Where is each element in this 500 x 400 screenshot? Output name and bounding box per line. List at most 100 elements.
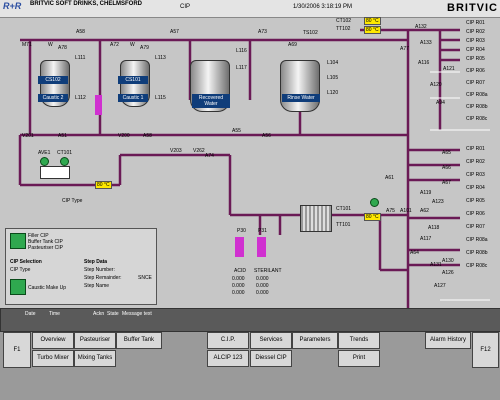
tag-a55: A55 — [232, 128, 241, 134]
tag-a69: A69 — [288, 42, 297, 48]
tag-l104: L104 — [327, 60, 339, 66]
cip-output-item[interactable]: CIP R08b — [466, 250, 500, 263]
heat-exchanger — [300, 205, 332, 232]
tag-a118: A118 — [428, 225, 440, 231]
function-key-bar: F1 Overview Pasteuriser Buffer Tank C.I.… — [0, 332, 500, 400]
overview-button[interactable]: Overview — [32, 332, 74, 349]
pasteuriser-button[interactable]: Pasteuriser — [74, 332, 116, 349]
cip-type-label: CIP Type — [62, 198, 83, 204]
sterilant-label: STERILANT — [254, 268, 282, 274]
tag-a120: A120 — [430, 82, 442, 88]
alcip-button[interactable]: ALCIP 123 — [207, 350, 249, 367]
tag-m71: M71 — [22, 42, 32, 48]
tank-caustic-2-id: CS102 — [38, 76, 68, 84]
cip-return-item[interactable]: CIP R01 — [466, 20, 500, 29]
cip-line-list: Filler CIP Buffer Tank CIP Pasteuriser C… — [28, 233, 63, 251]
acid-dosing-tank[interactable] — [235, 237, 244, 257]
cip-return-item[interactable]: CIP R05 — [466, 56, 500, 68]
cip-output-item[interactable]: CIP R01 — [466, 146, 500, 159]
caustic-make-up-icon[interactable] — [10, 279, 26, 295]
tag-a74: A74 — [205, 153, 214, 159]
cip-output-item[interactable]: CIP R08a — [466, 237, 500, 250]
cip-output-item[interactable]: CIP R04 — [466, 185, 500, 198]
tag-v200: V200 — [118, 133, 130, 139]
temp-readout-2: 80 °C — [364, 26, 381, 34]
tag-a56: A56 — [262, 133, 271, 139]
tag-l120: L120 — [327, 90, 339, 96]
cip-active-icon[interactable] — [10, 233, 26, 249]
parameters-button[interactable]: Parameters — [292, 332, 338, 349]
valve-cv101[interactable] — [60, 157, 69, 166]
services-button[interactable]: Services — [250, 332, 292, 349]
mixing-tanks-button[interactable]: Mixing Tanks — [74, 350, 116, 367]
tank-rinse-water-label: Rinse Water — [282, 94, 320, 102]
acid-value: 0.000 — [232, 290, 245, 296]
tag-a126: A126 — [442, 270, 454, 276]
cip-output-item[interactable]: CIP R06 — [466, 211, 500, 224]
msg-col-state: State — [107, 311, 119, 317]
tag-ct102: CT102 — [336, 18, 352, 24]
turbo-mixer-button[interactable]: Turbo Mixer — [32, 350, 74, 367]
tag-a65: A65 — [442, 150, 451, 156]
cip-output-item[interactable]: CIP R02 — [466, 159, 500, 172]
tag-a73: A73 — [258, 29, 267, 35]
tag-a101: A101 — [400, 208, 412, 214]
caustic-make-up-label: Caustic Make Up — [28, 285, 67, 291]
tag-a75: A75 — [386, 208, 395, 214]
sterilant-dosing-tank[interactable] — [257, 237, 266, 257]
cip-output-item[interactable]: CIP R05 — [466, 198, 500, 211]
cip-return-list: CIP R01 CIP R02 CIP R03 CIP R04 CIP R05 … — [466, 20, 500, 128]
tag-a119: A119 — [420, 190, 432, 196]
cip-button[interactable]: C.I.P. — [207, 332, 249, 349]
cip-return-item[interactable]: CIP R06 — [466, 68, 500, 80]
tag-ts102: TS102 — [303, 30, 318, 36]
alarm-history-button[interactable]: Alarm History — [425, 332, 471, 349]
print-button[interactable]: Print — [338, 350, 380, 367]
cip-output-item[interactable]: CIP R07 — [466, 224, 500, 237]
tag-a123: A123 — [432, 199, 444, 205]
cip-output-item[interactable]: CIP R08c — [466, 263, 500, 276]
msg-col-date: Date — [25, 311, 36, 317]
cip-info-panel: Filler CIP Buffer Tank CIP Pasteuriser C… — [5, 228, 157, 305]
tag-v201: V201 — [22, 133, 34, 139]
sterilant-value: 0.000 — [256, 283, 269, 289]
trends-button[interactable]: Trends — [338, 332, 380, 349]
heater-element — [95, 95, 102, 115]
cip-return-item[interactable]: CIP R08c — [466, 116, 500, 128]
step-remainder-value: SNCE — [138, 275, 152, 281]
step-number-label: Step Number: — [84, 267, 115, 273]
buffer-tank-button[interactable]: Buffer Tank — [116, 332, 162, 349]
acid-value: 0.000 — [232, 276, 245, 282]
sterilant-value: 0.000 — [256, 290, 269, 296]
tank-rinse-water[interactable] — [280, 60, 320, 112]
cip-return-item[interactable]: CIP R08b — [466, 104, 500, 116]
f12-key[interactable]: F12 — [472, 332, 499, 368]
tag-l116: L116 — [236, 48, 247, 54]
tag-p30: P30 — [237, 228, 246, 234]
f1-key[interactable]: F1 — [3, 332, 31, 368]
tag-cv101: CT101 — [57, 150, 73, 156]
tag-l112: L112 — [75, 95, 86, 101]
tag-tt102: TT102 — [336, 26, 351, 32]
cip-return-item[interactable]: CIP R04 — [466, 47, 500, 56]
cip-return-item[interactable]: CIP R03 — [466, 38, 500, 47]
tag-a64: A64 — [410, 250, 419, 256]
cip-return-item[interactable]: CIP R07 — [466, 80, 500, 92]
tank-caustic-1-id: CS101 — [118, 76, 148, 84]
cip-return-item[interactable]: CIP R08a — [466, 92, 500, 104]
tag-a51: A51 — [58, 133, 67, 139]
tag-a131: A131 — [430, 262, 442, 268]
tag-a62: A62 — [420, 208, 429, 214]
valve-ave1[interactable] — [40, 157, 49, 166]
cip-output-item[interactable]: CIP R03 — [466, 172, 500, 185]
msg-col-ackn: Ackn — [93, 311, 105, 317]
tag-l111: L111 — [75, 55, 86, 61]
cip-output-list: CIP R01 CIP R02 CIP R03 CIP R04 CIP R05 … — [466, 146, 500, 276]
tag-a94: A94 — [436, 100, 445, 106]
valve-cv-right[interactable] — [370, 198, 379, 207]
tag-a72: A72 — [110, 42, 119, 48]
alarm-message-bar: Date Time Ackn State Message text — [0, 308, 500, 332]
cip-type-field: CIP Type — [10, 267, 31, 273]
diessel-cip-button[interactable]: Diessel CIP — [250, 350, 292, 367]
cip-return-item[interactable]: CIP R02 — [466, 29, 500, 38]
